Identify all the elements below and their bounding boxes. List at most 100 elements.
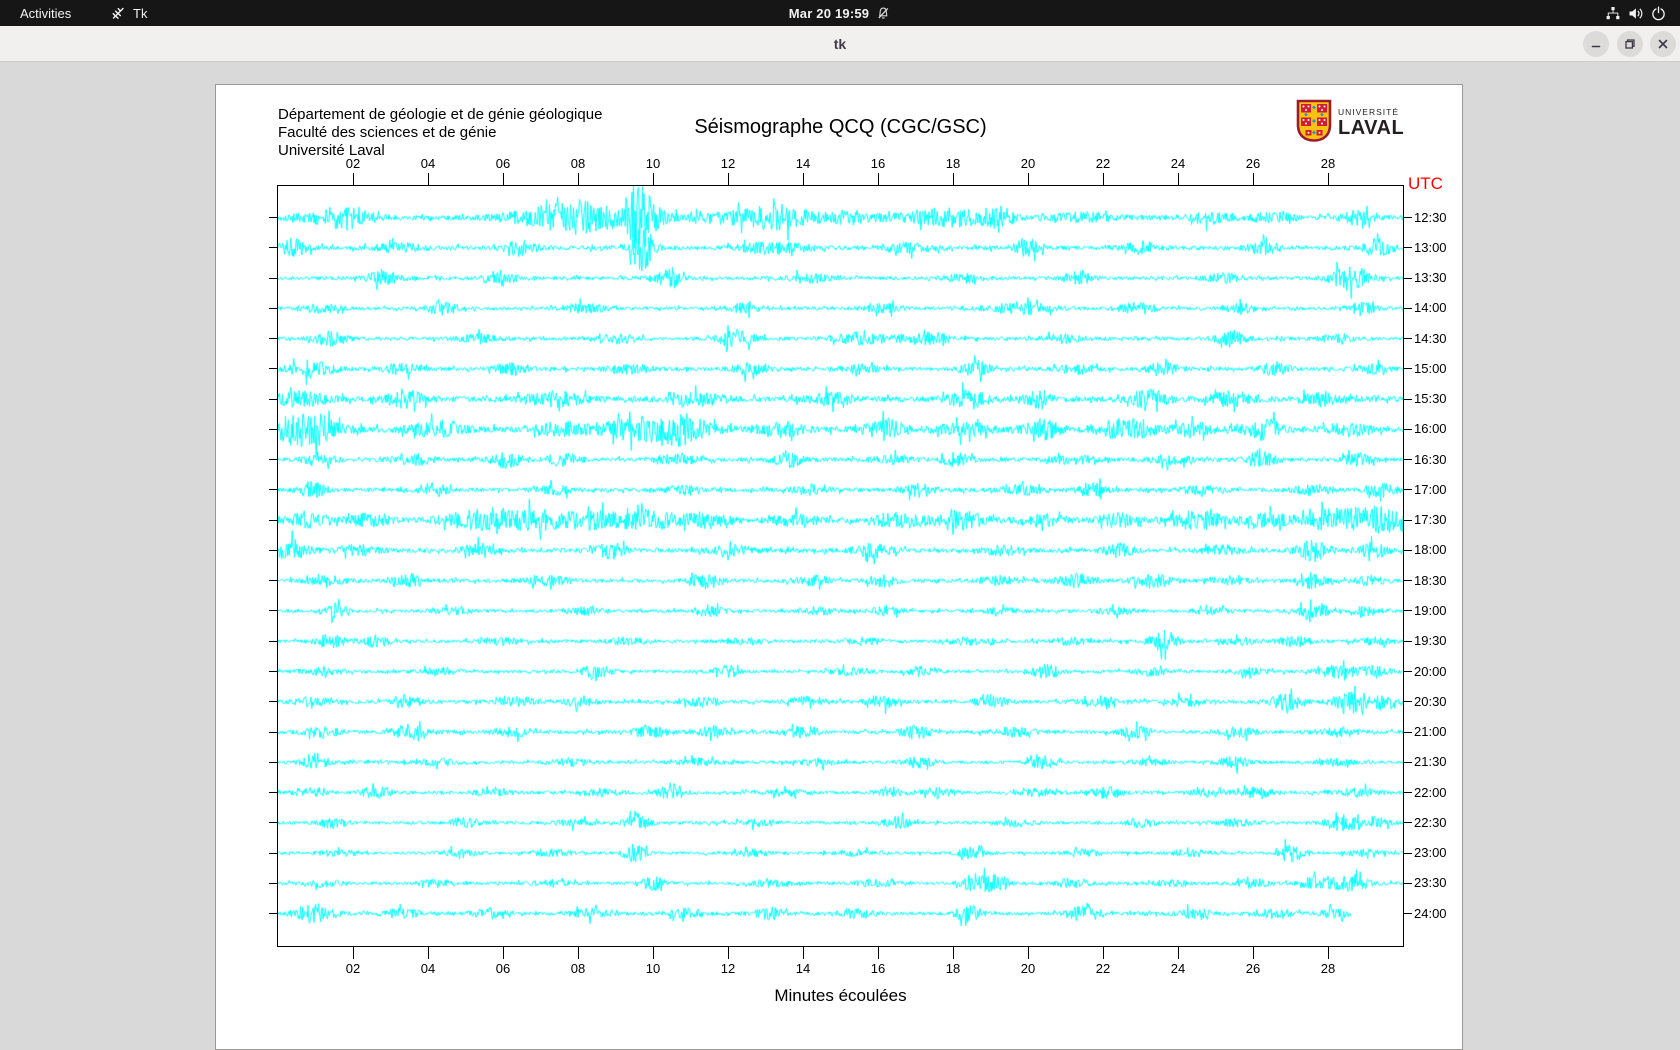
logo-universite-label: UNIVERSITÉ xyxy=(1338,107,1400,118)
row-tick-right xyxy=(1404,549,1412,551)
utc-time-label: 21:00 xyxy=(1414,724,1447,740)
row-tick-left xyxy=(269,307,278,309)
row-tick-left xyxy=(269,913,278,915)
utc-time-label: 22:30 xyxy=(1414,814,1447,830)
row-tick-left xyxy=(269,338,278,340)
x-axis-tick xyxy=(1252,173,1254,186)
running-app-label: Tk xyxy=(133,5,148,21)
laval-shield-icon xyxy=(1296,99,1332,147)
minimize-button[interactable] xyxy=(1583,31,1609,57)
window-content: Département de géologie et de génie géol… xyxy=(0,62,1680,1050)
utc-axis-label: UTC xyxy=(1408,174,1443,193)
x-axis-tick xyxy=(1177,947,1179,959)
x-axis-tick-label: 18 xyxy=(945,156,961,171)
row-tick-right xyxy=(1404,761,1412,763)
x-axis-tick xyxy=(1327,947,1329,959)
x-axis-tick xyxy=(1102,173,1104,186)
utc-time-label: 12:30 xyxy=(1414,209,1447,225)
x-axis-tick xyxy=(952,947,954,959)
x-axis-tick-label: 02 xyxy=(345,156,361,171)
logo-laval-label: LAVAL xyxy=(1338,116,1405,139)
row-tick-left xyxy=(269,459,278,461)
activities-label: Activities xyxy=(20,5,72,21)
row-tick-left xyxy=(269,580,278,582)
x-axis-tick-label: 22 xyxy=(1095,961,1111,976)
row-tick-left xyxy=(269,549,278,551)
running-app-indicator[interactable]: Tk xyxy=(110,0,147,26)
row-tick-left xyxy=(269,217,278,219)
activities-button[interactable]: Activities xyxy=(16,0,75,26)
clock-menu[interactable]: Mar 20 19:59 xyxy=(789,0,891,26)
row-tick-right xyxy=(1404,913,1412,915)
row-tick-right xyxy=(1404,307,1412,309)
x-axis-tick xyxy=(652,947,654,959)
system-status-area[interactable] xyxy=(1605,0,1666,26)
row-tick-left xyxy=(269,792,278,794)
x-axis-tick xyxy=(352,947,354,959)
x-axis-tick xyxy=(727,173,729,186)
row-tick-left xyxy=(269,822,278,824)
row-tick-left xyxy=(269,701,278,703)
desktop: Activities Tk Mar 20 19:59 tk Départemen… xyxy=(0,0,1680,1050)
notifications-muted-icon xyxy=(876,6,891,21)
volume-icon xyxy=(1628,6,1644,21)
x-axis-tick xyxy=(652,173,654,186)
plot-title: Séismographe QCQ (CGC/GSC) xyxy=(694,116,987,138)
utc-time-label: 14:30 xyxy=(1414,330,1447,346)
row-tick-right xyxy=(1404,822,1412,824)
x-axis-tick-label: 12 xyxy=(720,961,736,976)
x-axis-tick xyxy=(502,947,504,959)
row-tick-right xyxy=(1404,731,1412,733)
utc-time-label: 22:00 xyxy=(1414,784,1447,800)
row-tick-left xyxy=(269,610,278,612)
row-tick-right xyxy=(1404,489,1412,491)
x-axis-tick-label: 12 xyxy=(720,156,736,171)
x-axis-tick-label: 16 xyxy=(870,961,886,976)
utc-time-label: 23:30 xyxy=(1414,875,1447,891)
row-tick-right xyxy=(1404,640,1412,642)
maximize-button[interactable] xyxy=(1617,31,1643,57)
x-axis-tick xyxy=(877,173,879,186)
x-axis-tick-label: 06 xyxy=(495,961,511,976)
close-button[interactable] xyxy=(1650,31,1676,57)
utc-time-label: 14:00 xyxy=(1414,300,1447,316)
utc-time-label: 19:00 xyxy=(1414,602,1447,618)
x-axis-title: Minutes écoulées xyxy=(774,986,907,1005)
row-tick-left xyxy=(269,731,278,733)
power-icon xyxy=(1651,5,1666,21)
row-tick-left xyxy=(269,519,278,521)
utc-time-label: 21:30 xyxy=(1414,754,1447,770)
x-axis-tick xyxy=(577,947,579,959)
network-wired-icon xyxy=(1605,6,1621,21)
utc-time-label: 20:30 xyxy=(1414,693,1447,709)
utc-time-label: 16:30 xyxy=(1414,451,1447,467)
row-tick-left xyxy=(269,277,278,279)
x-axis-tick xyxy=(1252,947,1254,959)
x-axis-tick-label: 10 xyxy=(645,961,661,976)
x-axis-tick xyxy=(502,173,504,186)
row-tick-right xyxy=(1404,610,1412,612)
x-axis-tick-label: 24 xyxy=(1170,961,1186,976)
utc-time-label: 13:30 xyxy=(1414,270,1447,286)
utc-time-label: 17:30 xyxy=(1414,512,1447,528)
utc-time-label: 15:30 xyxy=(1414,391,1447,407)
utc-time-label: 15:00 xyxy=(1414,360,1447,376)
x-axis-tick xyxy=(427,947,429,959)
row-tick-right xyxy=(1404,671,1412,672)
x-axis-tick-label: 16 xyxy=(870,156,886,171)
x-axis-tick-label: 04 xyxy=(420,961,436,976)
x-axis-tick xyxy=(1102,947,1104,959)
x-axis-tick-label: 20 xyxy=(1020,156,1036,171)
row-tick-right xyxy=(1404,519,1412,521)
window-titlebar[interactable]: tk xyxy=(0,26,1680,62)
x-axis-tick-label: 26 xyxy=(1245,961,1261,976)
x-axis-tick xyxy=(577,173,579,186)
row-tick-right xyxy=(1404,792,1412,794)
x-axis-tick-label: 08 xyxy=(570,961,586,976)
x-axis-tick-label: 10 xyxy=(645,156,661,171)
utc-time-label: 23:00 xyxy=(1414,845,1447,861)
x-axis-tick-label: 24 xyxy=(1170,156,1186,171)
x-axis-tick xyxy=(802,947,804,959)
x-axis-tick-label: 02 xyxy=(345,961,361,976)
row-tick-right xyxy=(1404,217,1412,219)
